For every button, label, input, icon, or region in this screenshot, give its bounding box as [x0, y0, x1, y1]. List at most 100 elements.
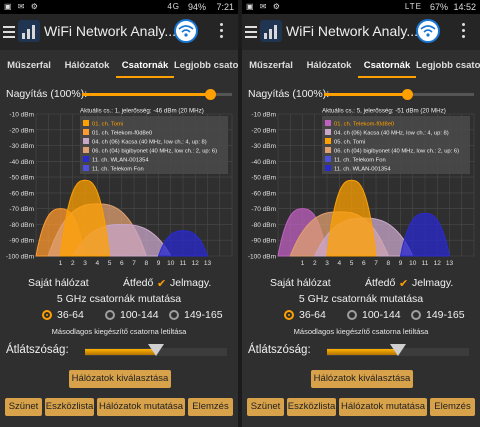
legend-swatch — [325, 120, 331, 126]
chart-info: Aktuális cs.: 5, jelerősség: -51 dBm (20… — [322, 108, 446, 115]
x-tick-label: 6 — [362, 260, 366, 267]
analysis-button[interactable]: Elemzés — [430, 398, 475, 416]
x-tick-label: 4 — [95, 260, 99, 267]
marked-toggle[interactable]: Jelmagy. — [170, 277, 211, 289]
app-title: WiFi Network Analy... — [286, 23, 418, 39]
analysis-button[interactable]: Elemzés — [188, 398, 233, 416]
wifi-icon[interactable] — [174, 19, 198, 43]
device-list-button[interactable]: Eszközlista — [45, 398, 94, 416]
legend-swatch — [83, 156, 89, 162]
hamburger-icon[interactable] — [3, 23, 15, 38]
kebab-icon[interactable] — [462, 23, 466, 41]
device-list-button[interactable]: Eszközlista — [287, 398, 336, 416]
y-tick-label: -40 dBm — [251, 159, 276, 166]
band-radio-group: 36-64 100-144 149-165 — [0, 309, 238, 323]
x-tick-label: 4 — [337, 260, 341, 267]
battery-level: 67% — [429, 2, 448, 12]
ghz-title: 5 GHz csatornák mutatása — [56, 293, 182, 305]
overlap-toggle[interactable]: Átfedő — [123, 277, 153, 289]
x-tick-label: 11 — [422, 260, 429, 267]
legend-swatch — [325, 156, 331, 162]
check-icon[interactable]: ✔ — [399, 277, 408, 290]
hamburger-icon[interactable] — [245, 23, 257, 38]
radio-149-165[interactable] — [411, 310, 421, 320]
tab-channels[interactable]: Csatornák — [358, 56, 416, 78]
app-title: WiFi Network Analy... — [44, 23, 176, 39]
app-bar: WiFi Network Analy... — [242, 14, 480, 50]
zoom-slider-knob[interactable] — [204, 89, 216, 100]
y-tick-label: -10 dBm — [9, 112, 34, 119]
x-tick-label: 2 — [313, 260, 317, 267]
own-network-toggle[interactable]: Saját hálózat — [28, 277, 89, 289]
legend-entry: 01. ch. Telekom-f0d8e0 — [334, 122, 394, 128]
zoom-slider[interactable] — [324, 89, 474, 100]
x-tick-label: 1 — [59, 260, 63, 267]
zoom-slider-fill — [324, 93, 407, 96]
x-tick-label: 7 — [132, 260, 136, 267]
x-tick-label: 8 — [144, 260, 148, 267]
x-tick-label: 13 — [446, 260, 454, 267]
own-network-toggle[interactable]: Saját hálózat — [270, 277, 331, 289]
transparency-slider-thumb[interactable] — [390, 344, 406, 356]
legend-swatch — [83, 165, 89, 171]
clock: 7:21 — [216, 2, 234, 12]
x-tick-label: 10 — [409, 260, 417, 267]
radio-100-144[interactable] — [347, 310, 357, 320]
show-networks-button[interactable]: Hálózatok mutatása — [97, 398, 185, 416]
legend-swatch — [83, 138, 89, 144]
secondary-channel-toggle[interactable]: Másodlagos kiegészítő csatorna letiltása — [0, 327, 238, 336]
y-tick-label: -20 dBm — [9, 127, 34, 134]
marked-toggle[interactable]: Jelmagy. — [412, 277, 453, 289]
x-tick-label: 6 — [120, 260, 124, 267]
channel-chart: -10 dBm -20 dBm -30 dBm -40 dBm -50 dBm -60 d… — [248, 108, 475, 267]
legend-swatch — [325, 138, 331, 144]
select-networks-button[interactable]: Hálózatok kiválasztása — [69, 370, 171, 388]
transparency-label: Átlátszóság: — [6, 344, 69, 356]
radio-36-64[interactable] — [42, 310, 52, 320]
zoom-slider-knob[interactable] — [401, 89, 413, 100]
transparency-slider[interactable] — [327, 344, 469, 356]
x-tick-label: 12 — [434, 260, 442, 267]
y-tick-label: -20 dBm — [251, 127, 276, 134]
select-networks-button[interactable]: Hálózatok kiválasztása — [311, 370, 413, 388]
check-icon[interactable]: ✔ — [157, 277, 166, 290]
display-options: Saját hálózat Átfedő ✔ Jelmagy. — [0, 277, 238, 293]
legend-swatch — [83, 147, 89, 153]
secondary-channel-toggle[interactable]: Másodlagos kiegészítő csatorna letiltása — [242, 327, 480, 336]
y-tick-label: -40 dBm — [9, 159, 34, 166]
radio-100-144[interactable] — [105, 310, 115, 320]
radio-label-149-165: 149-165 — [426, 309, 465, 321]
zoom-label: Nagyítás (100%): — [6, 88, 88, 100]
y-tick-label: -100 dBm — [6, 254, 34, 261]
transparency-label: Átlátszóság: — [248, 344, 311, 356]
radio-149-165[interactable] — [169, 310, 179, 320]
y-tick-label: -90 dBm — [9, 238, 34, 245]
x-tick-label: 11 — [180, 260, 187, 267]
x-tick-label: 7 — [374, 260, 378, 267]
kebab-icon[interactable] — [220, 23, 224, 41]
pause-button[interactable]: Szünet — [247, 398, 284, 416]
zoom-slider[interactable] — [82, 89, 232, 100]
tab-best-channels[interactable]: Legjobb csator... — [416, 56, 480, 78]
zoom-slider-fill — [82, 93, 210, 96]
tab-channels[interactable]: Csatornák — [116, 56, 174, 78]
legend-entry: 11. ch. WLAN-001354 — [92, 158, 149, 164]
y-tick-label: -70 dBm — [251, 206, 276, 213]
status-bar: ▣ ✉ ⚙ 4G 94% 7:21 — [0, 0, 238, 14]
pause-button[interactable]: Szünet — [5, 398, 42, 416]
tab-best-channels[interactable]: Legjobb csator... — [174, 56, 238, 78]
tab-networks[interactable]: Hálózatok — [300, 56, 358, 78]
transparency-slider-thumb[interactable] — [148, 344, 164, 356]
transparency-slider[interactable] — [85, 344, 227, 356]
tab-dashboard[interactable]: Műszerfal — [0, 56, 58, 78]
legend-swatch — [325, 147, 331, 153]
tab-networks[interactable]: Hálózatok — [58, 56, 116, 78]
x-tick-label: 2 — [71, 260, 75, 267]
signal-icon: LTE — [404, 2, 422, 11]
overlap-toggle[interactable]: Átfedő — [365, 277, 395, 289]
wifi-icon[interactable] — [416, 19, 440, 43]
y-tick-label: -50 dBm — [9, 175, 34, 182]
radio-36-64[interactable] — [284, 310, 294, 320]
show-networks-button[interactable]: Hálózatok mutatása — [339, 398, 427, 416]
tab-dashboard[interactable]: Műszerfal — [242, 56, 300, 78]
